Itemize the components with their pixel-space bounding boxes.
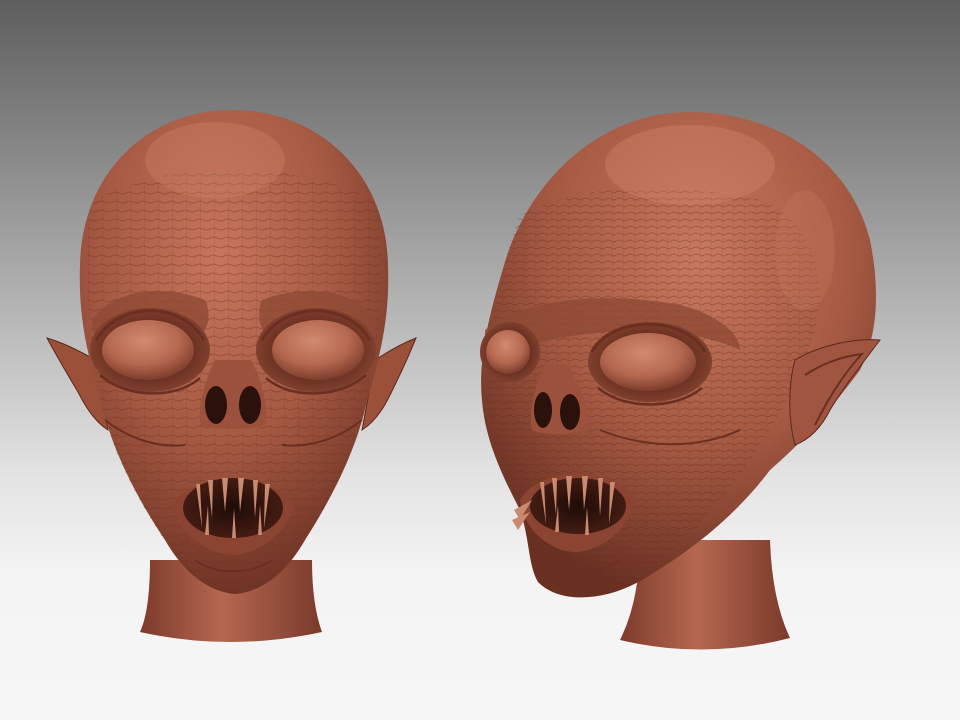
side-left-nostril [534,392,552,428]
render-canvas [45,110,881,650]
front-view-head [45,110,417,642]
front-right-nostril [239,386,261,424]
three-quarter-view-head [480,112,881,650]
front-right-eye [272,320,364,380]
side-ear [789,339,881,446]
render-viewport [0,0,960,720]
side-forehead-highlight [605,125,775,205]
front-forehead-highlight [145,122,285,198]
front-left-eye [102,320,194,380]
front-left-nostril [205,386,227,424]
side-temple-highlight [775,190,835,310]
side-right-nostril [560,394,580,430]
side-near-eye [600,333,696,391]
side-far-eye [486,330,530,374]
